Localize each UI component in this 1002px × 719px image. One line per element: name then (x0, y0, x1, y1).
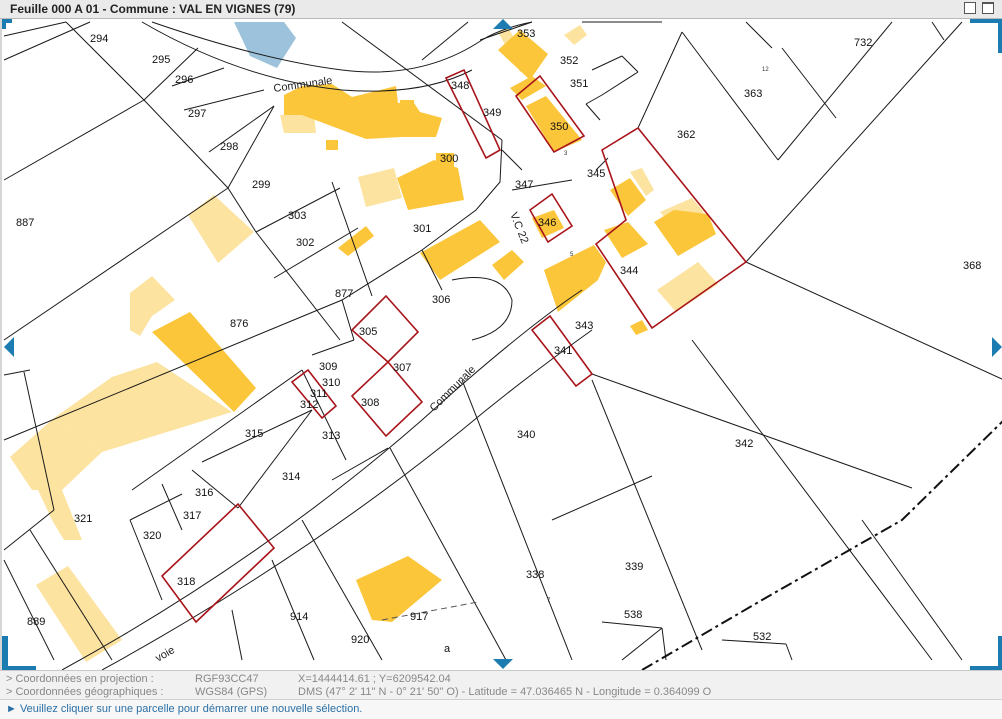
svg-text:320: 320 (143, 530, 161, 542)
svg-text:a: a (444, 643, 451, 655)
small-labels: 12 5 7 3 (547, 67, 769, 604)
svg-text:307: 307 (393, 362, 411, 374)
svg-text:349: 349 (483, 107, 501, 119)
geo-label: > Coordonnées géographiques : (6, 686, 164, 698)
svg-text:296: 296 (175, 74, 193, 86)
svg-text:321: 321 (74, 513, 92, 525)
road-label: voie (154, 644, 177, 664)
svg-text:298: 298 (220, 141, 238, 153)
svg-text:294: 294 (90, 33, 108, 45)
svg-text:302: 302 (296, 237, 314, 249)
svg-text:308: 308 (361, 397, 379, 409)
svg-text:315: 315 (245, 428, 263, 440)
svg-text:347: 347 (515, 179, 533, 191)
svg-text:309: 309 (319, 361, 337, 373)
window-title: Feuille 000 A 01 - Commune : VAL EN VIGN… (10, 2, 296, 16)
cadastral-map[interactable]: Communale Communale V.C 22 voie 294 295 … (0, 19, 1002, 670)
svg-text:352: 352 (560, 55, 578, 67)
svg-text:317: 317 (183, 510, 201, 522)
svg-text:342: 342 (735, 438, 753, 450)
svg-text:303: 303 (288, 210, 306, 222)
geo-system: WGS84 (GPS) (195, 686, 268, 698)
svg-text:297: 297 (188, 108, 206, 120)
svg-text:346: 346 (538, 217, 556, 229)
svg-text:877: 877 (335, 288, 353, 300)
corner-marker (2, 636, 8, 670)
svg-text:305: 305 (359, 326, 377, 338)
window-titlebar: Feuille 000 A 01 - Commune : VAL EN VIGN… (0, 0, 1002, 19)
svg-text:306: 306 (432, 294, 450, 306)
svg-text:299: 299 (252, 179, 270, 191)
svg-text:889: 889 (27, 616, 45, 628)
parcel-numbers: 294 295 296 297 298 299 300 301 302 303 … (16, 28, 981, 655)
svg-text:343: 343 (575, 320, 593, 332)
svg-text:917: 917 (410, 611, 428, 623)
restore-window-icon[interactable] (964, 2, 976, 14)
water-area (234, 22, 296, 68)
svg-text:3: 3 (564, 151, 568, 157)
road-label: V.C 22 (507, 211, 530, 246)
pan-down-arrow-icon[interactable] (493, 659, 513, 669)
svg-text:876: 876 (230, 318, 248, 330)
parcel-lines (3, 21, 1002, 661)
pan-right-arrow-icon[interactable] (992, 337, 1002, 357)
svg-text:914: 914 (290, 611, 308, 623)
projection-label: > Coordonnées en projection : (6, 673, 154, 685)
svg-text:887: 887 (16, 217, 34, 229)
pan-left-arrow-icon[interactable] (4, 337, 14, 357)
svg-text:350: 350 (550, 121, 568, 133)
svg-text:338: 338 (526, 569, 544, 581)
svg-text:12: 12 (762, 67, 769, 73)
svg-text:339: 339 (625, 561, 643, 573)
svg-text:312: 312 (300, 399, 318, 411)
svg-text:353: 353 (517, 28, 535, 40)
svg-text:340: 340 (517, 429, 535, 441)
svg-text:368: 368 (963, 260, 981, 272)
geo-value: DMS (47° 2' 11" N - 0° 21' 50" O) - Lati… (298, 686, 712, 698)
svg-text:351: 351 (570, 78, 588, 90)
svg-text:345: 345 (587, 168, 605, 180)
corner-marker (2, 19, 6, 29)
info-bar: ► Veuillez cliquer sur une parcelle pour… (0, 699, 1002, 719)
svg-text:362: 362 (677, 129, 695, 141)
svg-text:538: 538 (624, 609, 642, 621)
svg-text:318: 318 (177, 576, 195, 588)
commune-boundary (641, 420, 1002, 670)
pan-up-arrow-icon[interactable] (493, 19, 513, 29)
svg-text:301: 301 (413, 223, 431, 235)
svg-text:313: 313 (322, 430, 340, 442)
svg-text:363: 363 (744, 88, 762, 100)
svg-text:295: 295 (152, 54, 170, 66)
svg-text:348: 348 (451, 80, 469, 92)
projection-system: RGF93CC47 (195, 673, 259, 685)
svg-text:314: 314 (282, 471, 300, 483)
svg-text:344: 344 (620, 265, 638, 277)
projection-value: X=1444414.61 ; Y=6209542.04 (298, 673, 451, 685)
svg-text:300: 300 (440, 153, 458, 165)
svg-text:732: 732 (854, 37, 872, 49)
svg-text:316: 316 (195, 487, 213, 499)
svg-text:532: 532 (753, 631, 771, 643)
corner-marker (998, 636, 1002, 670)
corner-marker (998, 19, 1002, 53)
road-label: Communale (428, 364, 478, 414)
maximize-window-icon[interactable] (982, 2, 994, 14)
info-message: ► Veuillez cliquer sur une parcelle pour… (6, 703, 363, 715)
map-canvas[interactable]: Communale Communale V.C 22 voie 294 295 … (2, 19, 1002, 670)
svg-text:7: 7 (547, 598, 551, 604)
svg-text:341: 341 (554, 345, 572, 357)
svg-text:920: 920 (351, 634, 369, 646)
